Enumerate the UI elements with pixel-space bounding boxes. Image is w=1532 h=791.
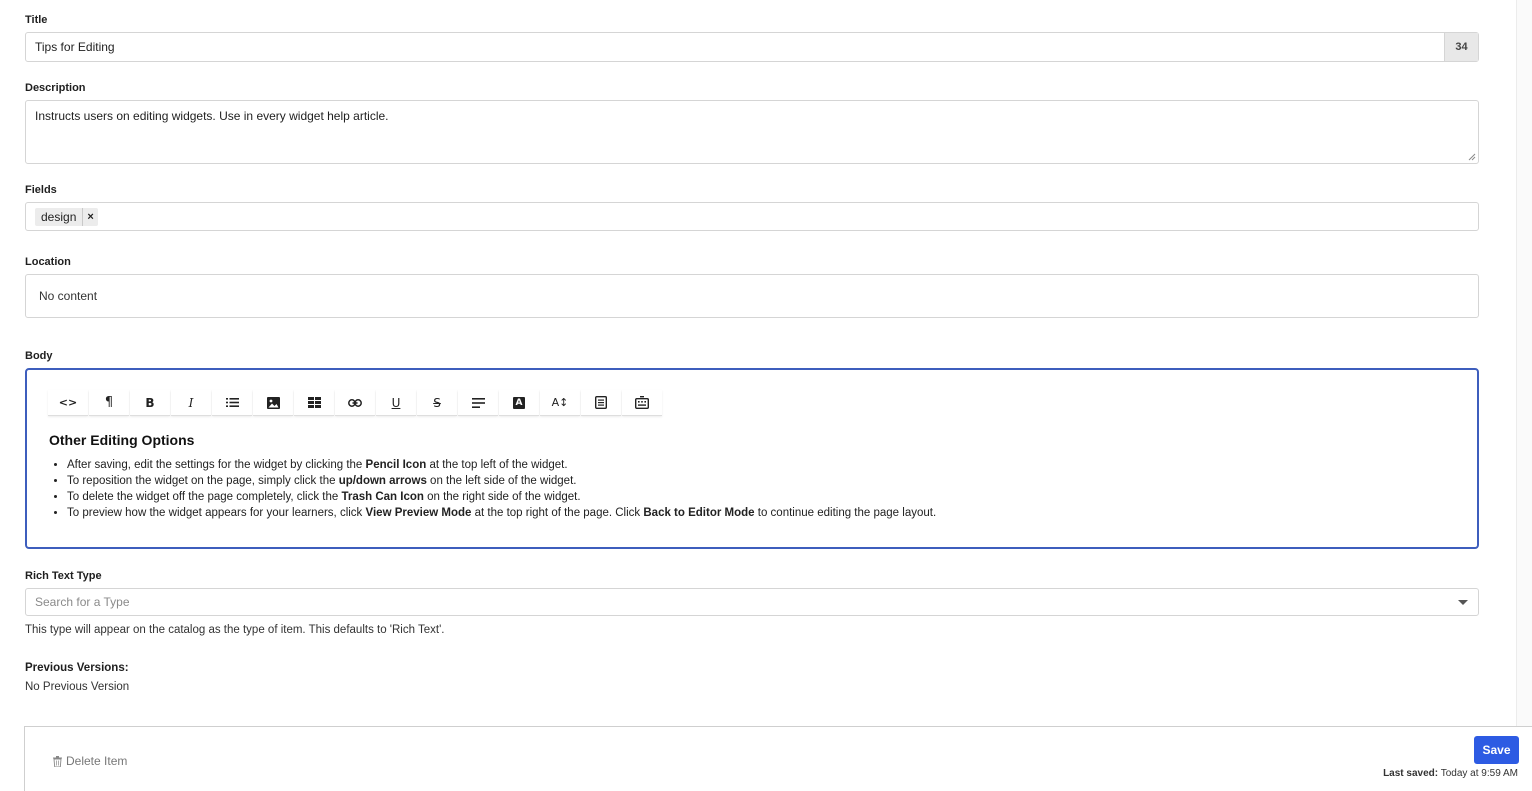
chevron-down-icon[interactable]: [1458, 600, 1468, 605]
code-view-button[interactable]: <>: [48, 390, 88, 416]
editor-toolbar: <> ¶ B I U S A A↕: [48, 390, 663, 416]
title-label: Title: [25, 14, 48, 26]
delete-item-button[interactable]: Delete Item: [53, 754, 127, 768]
underline-button[interactable]: U: [376, 390, 416, 416]
last-saved-status: Last saved: Today at 9:59 AM: [1383, 768, 1518, 779]
bulleted-list-icon: [225, 398, 239, 407]
italic-icon: I: [188, 395, 194, 410]
list-item: To reposition the widget on the page, si…: [67, 473, 1457, 489]
previous-versions-value: No Previous Version: [25, 681, 130, 693]
align-icon: [471, 397, 485, 408]
font-size-icon: A↕: [551, 396, 569, 409]
description-textarea[interactable]: Instructs users on editing widgets. Use …: [25, 100, 1479, 164]
insert-link-button[interactable]: [335, 390, 375, 416]
title-input-value[interactable]: Tips for Editing: [26, 40, 1444, 54]
align-button[interactable]: [458, 390, 498, 416]
delete-item-label: Delete Item: [66, 754, 128, 768]
insert-table-button[interactable]: [294, 390, 334, 416]
title-input[interactable]: Tips for Editing 34: [25, 32, 1479, 62]
bold-button[interactable]: B: [130, 390, 170, 416]
text-color-icon: A: [513, 396, 525, 409]
text-color-button[interactable]: A: [499, 390, 539, 416]
list-item: After saving, edit the settings for the …: [67, 457, 1457, 473]
strikethrough-button[interactable]: S: [417, 390, 457, 416]
body-rich-text-editor[interactable]: <> ¶ B I U S A A↕ Other Editing Options: [25, 368, 1479, 549]
bulleted-list-button[interactable]: [212, 390, 252, 416]
body-label: Body: [25, 350, 53, 362]
embed-icon: [635, 396, 649, 409]
font-size-button[interactable]: A↕: [540, 390, 580, 416]
paragraph-button[interactable]: ¶: [89, 390, 129, 416]
tag-remove-icon[interactable]: ×: [83, 211, 97, 223]
previous-versions-label: Previous Versions:: [25, 662, 129, 674]
tag-design: design ×: [35, 207, 98, 226]
embed-button[interactable]: [622, 390, 662, 416]
strikethrough-icon: S: [433, 395, 441, 410]
code-view-icon: <>: [58, 396, 78, 409]
insert-image-button[interactable]: [253, 390, 293, 416]
last-saved-label: Last saved:: [1383, 768, 1439, 779]
table-icon: [307, 397, 321, 408]
resize-grip-icon[interactable]: [1468, 153, 1476, 161]
page-scrollbar[interactable]: [1516, 0, 1532, 726]
last-saved-value: Today at 9:59 AM: [1440, 768, 1518, 779]
fields-tag-input[interactable]: design ×: [25, 202, 1479, 231]
location-value: No content: [39, 289, 98, 303]
list-item: To delete the widget off the page comple…: [67, 489, 1457, 505]
list-item: To preview how the widget appears for yo…: [67, 505, 1457, 521]
description-label: Description: [25, 82, 86, 94]
type-select-placeholder: Search for a Type: [35, 595, 130, 609]
trash-icon: [53, 755, 62, 767]
rich-text-type-helper: This type will appear on the catalog as …: [25, 624, 445, 636]
description-value[interactable]: Instructs users on editing widgets. Use …: [35, 109, 389, 123]
tag-label: design: [35, 207, 84, 226]
bold-icon: B: [145, 395, 155, 410]
italic-button[interactable]: I: [171, 390, 211, 416]
location-label: Location: [25, 256, 71, 268]
save-button[interactable]: Save: [1474, 736, 1519, 764]
underline-icon: U: [391, 395, 401, 410]
format-block-button[interactable]: [581, 390, 621, 416]
editor-bullet-list: After saving, edit the settings for the …: [49, 457, 1457, 521]
editor-heading: Other Editing Options: [49, 432, 195, 448]
fields-label: Fields: [25, 184, 57, 196]
rich-text-type-label: Rich Text Type: [25, 570, 102, 582]
location-box[interactable]: No content: [25, 274, 1479, 318]
link-icon: [348, 398, 362, 407]
format-block-icon: [595, 396, 607, 409]
image-icon: [266, 396, 280, 409]
rich-text-type-select[interactable]: Search for a Type: [25, 588, 1479, 616]
footer-bar: Delete Item Save Last saved: Today at 9:…: [24, 726, 1532, 791]
paragraph-icon: ¶: [104, 395, 114, 410]
title-char-counter: 34: [1444, 33, 1478, 61]
editor-content[interactable]: Other Editing Options After saving, edit…: [49, 432, 1457, 521]
